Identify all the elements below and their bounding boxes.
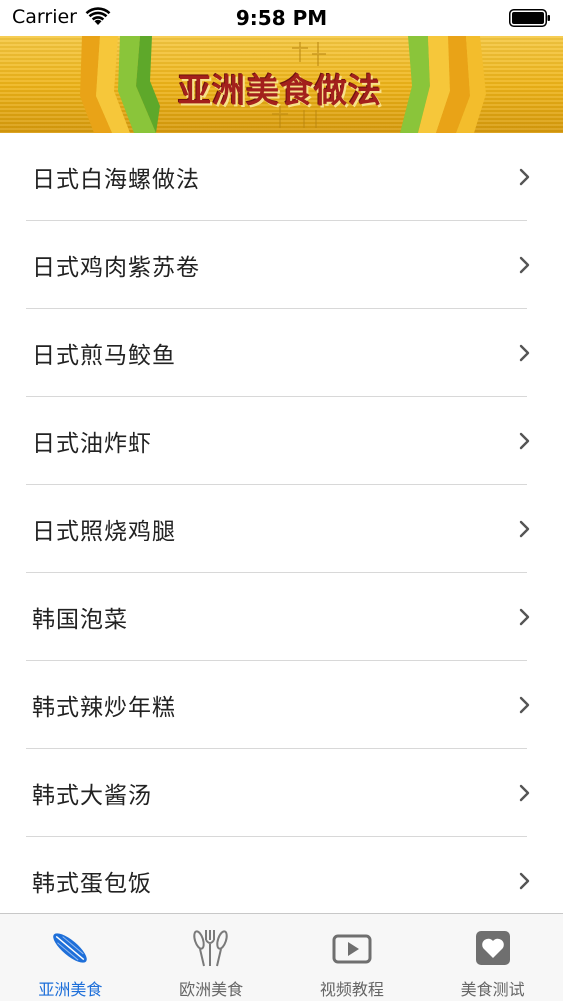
tab-video-tutorials[interactable]: 视频教程 [282,914,423,1001]
header-banner: 亚洲美食做法 [0,36,563,133]
list-item-label: 韩式蛋包饭 [32,871,152,897]
list-item-label: 日式白海螺做法 [32,167,200,193]
list-item[interactable]: 韩式大酱汤 [0,749,563,837]
list-item[interactable]: 韩式蛋包饭 [0,837,563,925]
banner-title: 亚洲美食做法 [178,71,382,110]
list-item[interactable]: 日式鸡肉紫苏卷 [0,221,563,309]
battery-icon [509,9,550,27]
surfboard-icon [53,933,88,963]
list-item-label: 日式照烧鸡腿 [32,519,176,545]
chevron-right-icon [519,608,530,626]
list-item-label: 韩式辣炒年糕 [32,695,176,721]
heart-icon [475,931,510,965]
chevron-right-icon [519,344,530,362]
chevron-right-icon [519,872,530,890]
list-item-label: 韩国泡菜 [32,607,128,633]
list-item-label: 日式油炸虾 [32,431,152,457]
status-bar: Carrier 9:58 PM [0,0,563,36]
tab-bar: 亚洲美食 欧洲美食 视频教程 美食测试 [0,913,563,1001]
list-item[interactable]: 韩国泡菜 [0,573,563,661]
recipe-list: 日式白海螺做法 日式鸡肉紫苏卷 日式煎马鲛鱼 日式油炸虾 日式照烧鸡腿 韩国泡菜… [0,133,563,925]
tab-label: 欧洲美食 [179,980,244,999]
chevron-right-icon [519,256,530,274]
chevron-right-icon [519,696,530,714]
chevron-right-icon [519,784,530,802]
list-item-label: 韩式大酱汤 [32,783,152,809]
chevron-right-icon [519,432,530,450]
play-icon [332,934,372,964]
tab-food-quiz[interactable]: 美食测试 [422,914,563,1001]
list-item-label: 日式煎马鲛鱼 [32,343,176,369]
list-item[interactable]: 日式油炸虾 [0,397,563,485]
chevron-right-icon [519,520,530,538]
tab-asian-food[interactable]: 亚洲美食 [0,914,141,1001]
tab-european-food[interactable]: 欧洲美食 [141,914,282,1001]
tab-label: 亚洲美食 [38,980,103,999]
tab-label: 视频教程 [319,980,384,999]
cutlery-icon [193,930,228,967]
chevron-right-icon [519,168,530,186]
list-item[interactable]: 韩式辣炒年糕 [0,661,563,749]
list-item[interactable]: 日式煎马鲛鱼 [0,309,563,397]
list-item-label: 日式鸡肉紫苏卷 [32,255,200,281]
list-item[interactable]: 日式照烧鸡腿 [0,485,563,573]
tab-label: 美食测试 [460,980,525,999]
status-time: 9:58 PM [235,6,328,30]
list-item[interactable]: 日式白海螺做法 [0,133,563,221]
